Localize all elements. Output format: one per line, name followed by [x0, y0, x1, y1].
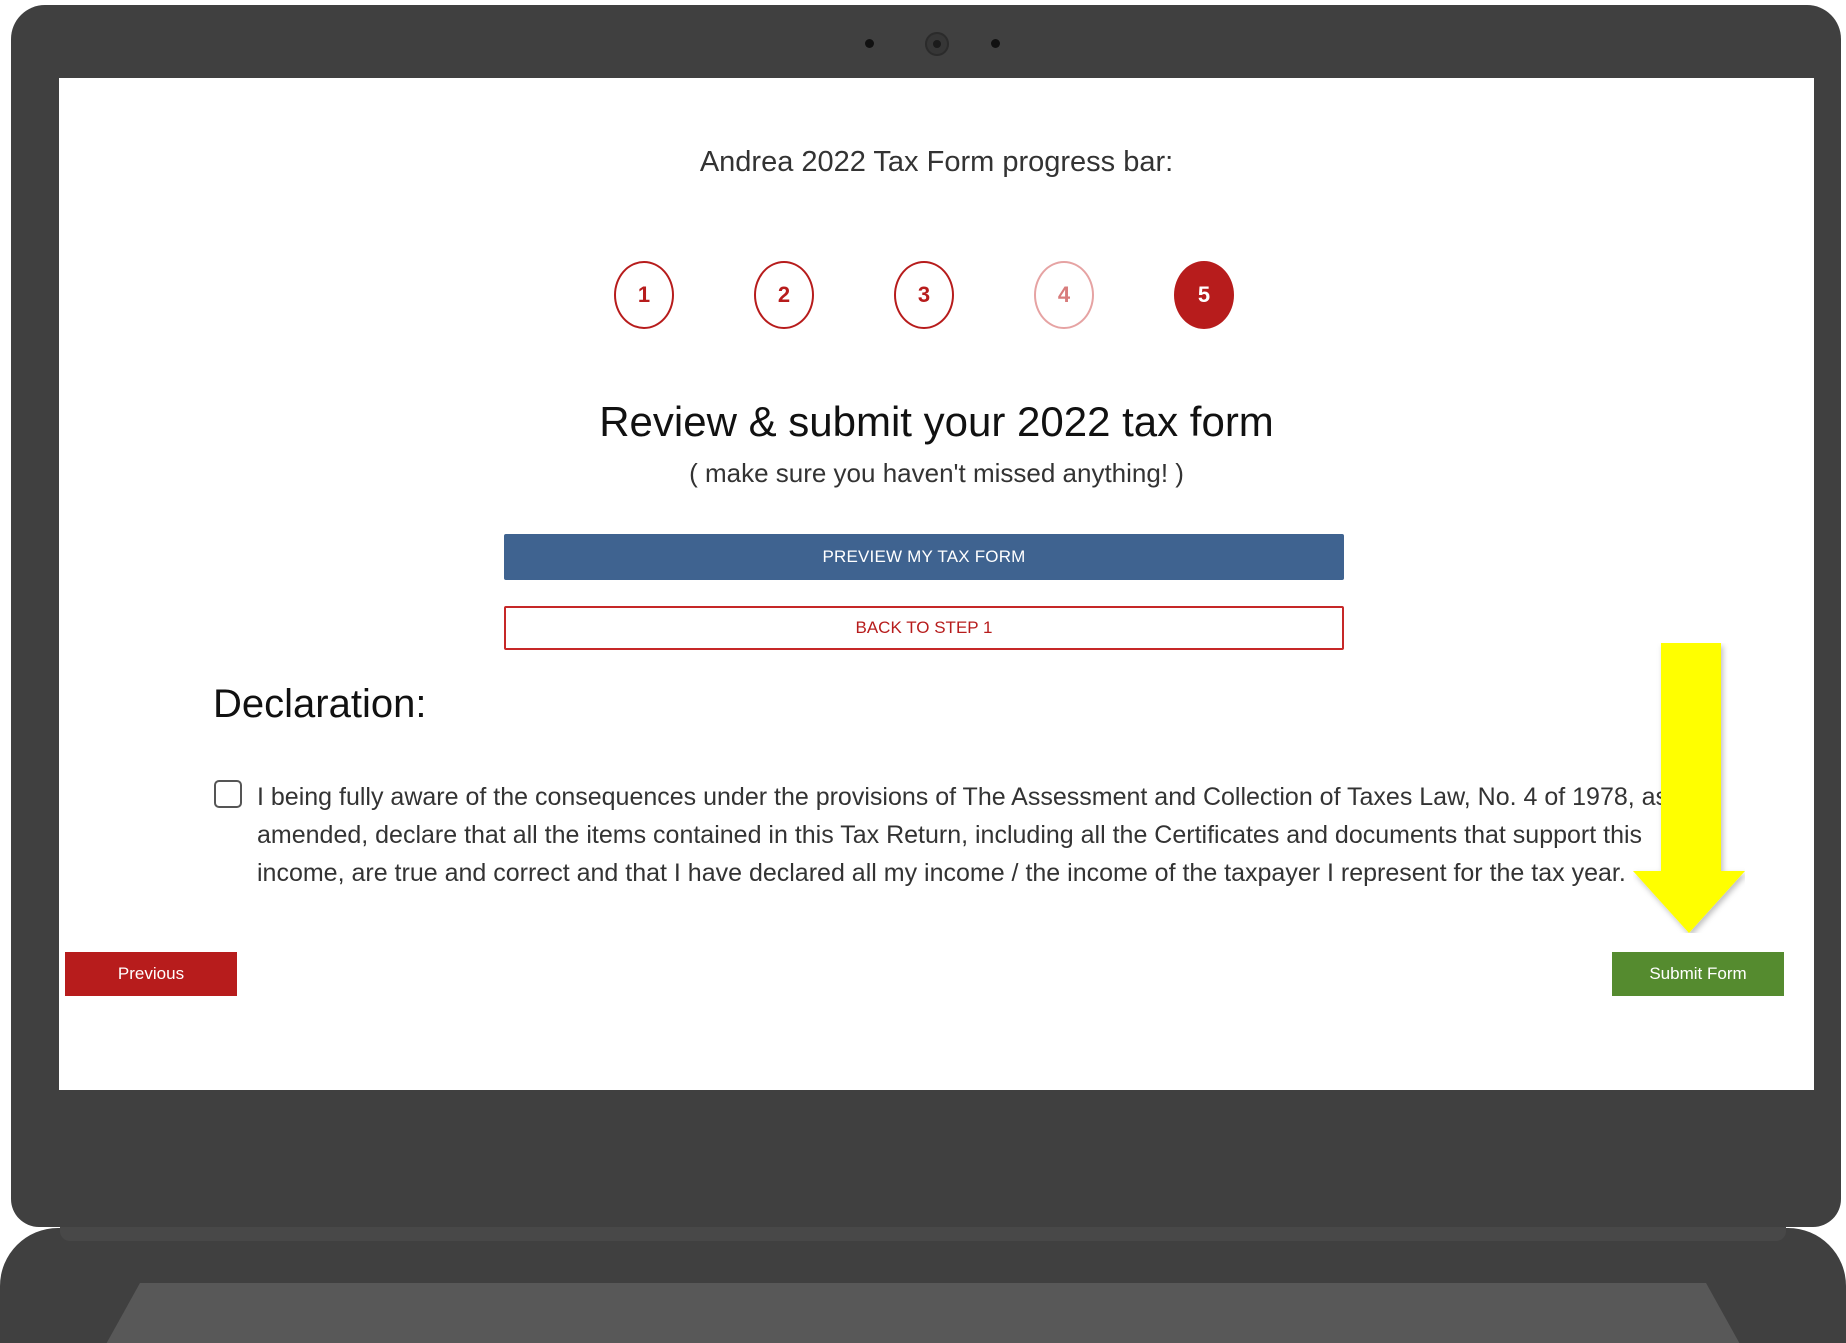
- preview-tax-form-button[interactable]: PREVIEW MY TAX FORM: [504, 534, 1344, 580]
- progress-bar-title: Andrea 2022 Tax Form progress bar:: [699, 146, 1174, 178]
- submit-form-button[interactable]: Submit Form: [1612, 952, 1784, 996]
- sensor-dot-left: [865, 39, 874, 48]
- declaration-heading: Declaration:: [213, 682, 427, 726]
- step-4[interactable]: 4: [1034, 261, 1094, 329]
- review-heading: Review & submit your 2022 tax form: [599, 398, 1274, 445]
- down-arrow-icon: [1633, 643, 1745, 933]
- laptop-keyboard-deck: [90, 1283, 1756, 1343]
- laptop-screen: Andrea 2022 Tax Form progress bar: 1 2 3…: [59, 78, 1814, 1090]
- webcam-icon: [925, 32, 949, 56]
- step-1[interactable]: 1: [614, 261, 674, 329]
- review-subheading: ( make sure you haven't missed anything!…: [689, 458, 1184, 488]
- step-3[interactable]: 3: [894, 261, 954, 329]
- sensor-dot-right: [991, 39, 1000, 48]
- progress-steps: 1 2 3 4 5: [59, 261, 1814, 333]
- laptop-hinge: [60, 1227, 1786, 1241]
- declaration-text: I being fully aware of the consequences …: [257, 783, 1669, 887]
- laptop-lid: Andrea 2022 Tax Form progress bar: 1 2 3…: [11, 5, 1841, 1227]
- laptop-mockup: Andrea 2022 Tax Form progress bar: 1 2 3…: [0, 0, 1846, 1343]
- back-to-step-1-button[interactable]: BACK TO STEP 1: [504, 606, 1344, 650]
- step-5-current[interactable]: 5: [1174, 261, 1234, 329]
- step-2[interactable]: 2: [754, 261, 814, 329]
- declaration-checkbox[interactable]: [214, 780, 242, 808]
- previous-button[interactable]: Previous: [65, 952, 237, 996]
